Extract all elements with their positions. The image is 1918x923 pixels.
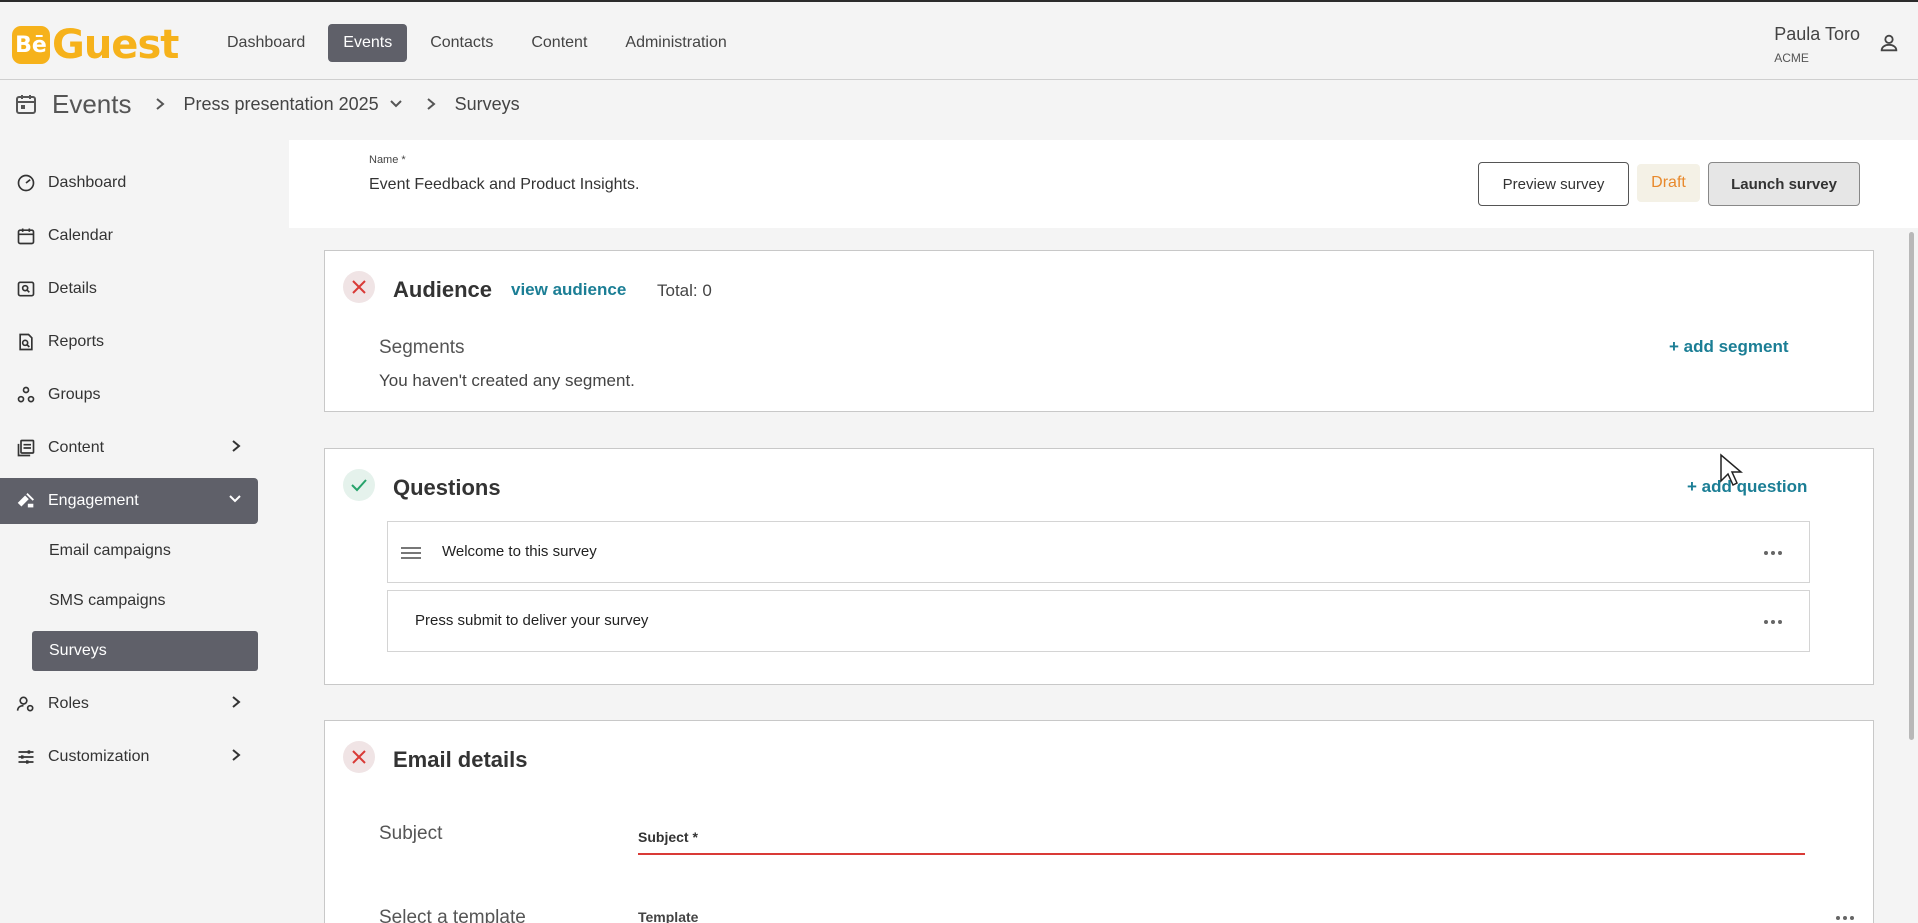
template-select[interactable]: Template bbox=[638, 909, 698, 923]
sidebar-item-label: Customization bbox=[48, 748, 150, 765]
add-segment-link[interactable]: + add segment bbox=[1669, 337, 1789, 357]
questions-title: Questions bbox=[393, 475, 501, 500]
chevron-right-icon bbox=[230, 747, 242, 763]
sidebar-item-label: Reports bbox=[48, 333, 105, 350]
breadcrumb: Events Press presentation 2025 Surveys bbox=[0, 80, 1918, 128]
customization-icon bbox=[14, 745, 38, 769]
chevron-right-icon bbox=[230, 694, 242, 710]
sidebar-item-calendar[interactable]: Calendar bbox=[0, 213, 258, 259]
breadcrumb-event-name: Press presentation 2025 bbox=[183, 93, 379, 114]
status-badge: Draft bbox=[1637, 164, 1700, 202]
sidebar-item-dashboard[interactable]: Dashboard bbox=[0, 160, 258, 206]
survey-name-label: Name * bbox=[369, 154, 406, 166]
topnav-dashboard[interactable]: Dashboard bbox=[212, 24, 320, 62]
calendar-icon bbox=[14, 224, 38, 248]
sidebar-item-label: Engagement bbox=[48, 492, 139, 509]
sidebar-item-label: Details bbox=[48, 280, 97, 297]
email-details-card: Email details Subject Subject * Select a… bbox=[324, 720, 1874, 923]
reports-icon bbox=[14, 330, 38, 354]
beguest-logo[interactable]: Bē Guest bbox=[12, 22, 179, 68]
question-row[interactable]: Press submit to deliver your survey bbox=[387, 590, 1810, 652]
sidebar-item-label: Groups bbox=[48, 386, 101, 403]
groups-icon bbox=[14, 383, 38, 407]
top-bar: Bē Guest Dashboard Events Contacts Conte… bbox=[0, 0, 1918, 80]
sidebar-subitem-email-campaigns[interactable]: Email campaigns bbox=[0, 531, 258, 571]
logo-badge: Bē bbox=[12, 26, 50, 64]
breadcrumb-surveys: Surveys bbox=[454, 93, 520, 114]
survey-header: Name * Event Feedback and Product Insigh… bbox=[289, 140, 1918, 228]
main-scrollbar[interactable] bbox=[1909, 232, 1914, 740]
sidebar: Dashboard Calendar Details Reports Group… bbox=[0, 160, 260, 787]
drag-handle-icon[interactable] bbox=[400, 546, 422, 560]
sidebar-item-label: Dashboard bbox=[48, 174, 127, 191]
audience-title: Audience bbox=[393, 277, 493, 302]
question-text: Press submit to deliver your survey bbox=[415, 612, 649, 629]
questions-card: Questions + add question Welcome to this… bbox=[324, 448, 1874, 685]
user-name: Paula Toro bbox=[1774, 24, 1860, 44]
question-text: Welcome to this survey bbox=[442, 543, 597, 560]
user-org: ACME bbox=[1774, 51, 1809, 65]
more-options-icon[interactable] bbox=[1835, 915, 1855, 921]
sidebar-item-groups[interactable]: Groups bbox=[0, 372, 258, 418]
chevron-down-icon bbox=[228, 491, 242, 507]
content-icon bbox=[14, 436, 38, 460]
subject-label: Subject bbox=[379, 823, 443, 844]
question-row[interactable]: Welcome to this survey bbox=[387, 521, 1810, 583]
sidebar-item-label: Content bbox=[48, 439, 105, 456]
logo-text: Guest bbox=[52, 22, 179, 68]
view-audience-link[interactable]: view audience bbox=[511, 280, 626, 300]
sidebar-item-content[interactable]: Content bbox=[0, 425, 258, 471]
engagement-icon bbox=[14, 489, 38, 513]
preview-survey-button[interactable]: Preview survey bbox=[1478, 162, 1629, 206]
calendar-icon bbox=[14, 92, 38, 116]
sidebar-item-label: Calendar bbox=[48, 227, 113, 244]
top-nav: Dashboard Events Contacts Content Admini… bbox=[212, 24, 742, 62]
sidebar-item-customization[interactable]: Customization bbox=[0, 734, 258, 780]
chevron-right-icon bbox=[230, 438, 242, 454]
roles-icon bbox=[14, 692, 38, 716]
topnav-contacts[interactable]: Contacts bbox=[415, 24, 508, 62]
email-details-title: Email details bbox=[393, 747, 528, 772]
sidebar-subitem-sms-campaigns[interactable]: SMS campaigns bbox=[0, 581, 258, 621]
sidebar-item-roles[interactable]: Roles bbox=[0, 681, 258, 727]
sidebar-item-details[interactable]: Details bbox=[0, 266, 258, 312]
chevron-down-icon bbox=[389, 99, 403, 109]
sidebar-item-reports[interactable]: Reports bbox=[0, 319, 258, 365]
topnav-administration[interactable]: Administration bbox=[610, 24, 741, 62]
breadcrumb-event-select[interactable]: Press presentation 2025 bbox=[184, 94, 403, 115]
details-icon bbox=[14, 277, 38, 301]
audience-card: Audience view audience Total: 0 Segments… bbox=[324, 250, 1874, 412]
breadcrumb-events[interactable]: Events bbox=[52, 89, 132, 120]
sidebar-item-label: Roles bbox=[48, 695, 89, 712]
sidebar-item-engagement[interactable]: Engagement bbox=[0, 478, 258, 524]
topnav-events[interactable]: Events bbox=[328, 24, 408, 62]
launch-survey-button[interactable]: Launch survey bbox=[1708, 162, 1860, 206]
success-check-icon bbox=[343, 469, 375, 501]
sidebar-subitem-surveys[interactable]: Surveys bbox=[32, 631, 258, 671]
dashboard-icon bbox=[14, 171, 38, 195]
template-label: Select a template bbox=[379, 907, 526, 923]
topnav-content[interactable]: Content bbox=[516, 24, 602, 62]
more-options-icon[interactable] bbox=[1763, 550, 1783, 556]
segments-empty-text: You haven't created any segment. bbox=[379, 371, 635, 390]
survey-name-field[interactable]: Event Feedback and Product Insights. bbox=[369, 176, 639, 194]
mouse-cursor-icon bbox=[1719, 453, 1743, 487]
error-close-icon bbox=[343, 271, 375, 303]
subject-input[interactable]: Subject * bbox=[638, 829, 1805, 855]
more-options-icon[interactable] bbox=[1763, 619, 1783, 625]
chevron-right-icon bbox=[425, 97, 437, 111]
user-info[interactable]: Paula Toro ACME bbox=[1774, 24, 1860, 65]
subject-error-underline bbox=[638, 853, 1805, 855]
user-account-icon[interactable] bbox=[1878, 32, 1900, 54]
error-close-icon bbox=[343, 741, 375, 773]
segments-label: Segments bbox=[379, 337, 465, 358]
add-question-link[interactable]: + add question bbox=[1687, 477, 1807, 497]
audience-total: Total: 0 bbox=[657, 281, 712, 300]
subject-field-label: Subject * bbox=[638, 829, 698, 845]
chevron-right-icon bbox=[154, 97, 166, 111]
